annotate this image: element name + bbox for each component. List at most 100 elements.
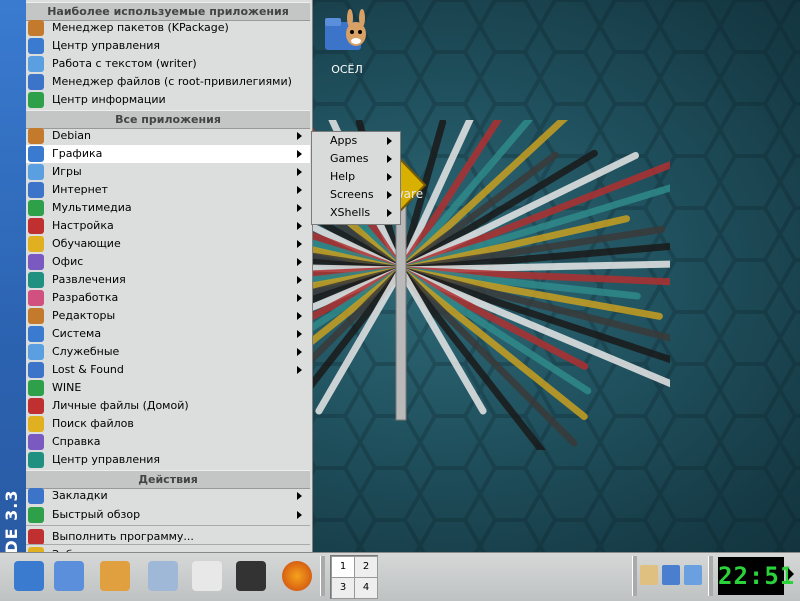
menu-item-help-lifebuoy[interactable]: Справка bbox=[26, 433, 310, 451]
submenu-item-label: Apps bbox=[330, 134, 358, 147]
submenu-arrow-icon bbox=[297, 168, 302, 176]
menu-item-quick-browser[interactable]: Быстрый обзор bbox=[26, 506, 310, 524]
graphics-submenu: Apps Games Help Screens XShells bbox=[311, 131, 401, 225]
panel-handle[interactable] bbox=[632, 556, 637, 596]
multimedia-icon bbox=[28, 200, 44, 216]
menu-item-office[interactable]: Офис bbox=[26, 253, 310, 271]
home-icon[interactable] bbox=[100, 561, 130, 591]
entertainment-icon bbox=[28, 272, 44, 288]
submenu-arrow-icon bbox=[297, 348, 302, 356]
menu-item-system[interactable]: Система bbox=[26, 325, 310, 343]
pager-desktop-2[interactable]: 2 bbox=[354, 556, 378, 578]
menu-item-label: Игры bbox=[52, 165, 82, 178]
menu-item-bookmarks[interactable]: Закладки bbox=[26, 487, 310, 505]
menu-item-label: Обучающие bbox=[52, 237, 121, 250]
submenu-arrow-icon bbox=[297, 240, 302, 248]
firefox-icon[interactable] bbox=[282, 561, 312, 591]
menu-item-control-center[interactable]: Центр управления bbox=[26, 37, 310, 55]
menu-item-label: Debian bbox=[52, 129, 91, 142]
pager-desktop-1[interactable]: 1 bbox=[331, 556, 355, 578]
writer-icon bbox=[28, 56, 44, 72]
submenu-arrow-icon bbox=[387, 137, 392, 145]
panel-handle[interactable] bbox=[320, 556, 325, 596]
donkey-folder-icon bbox=[325, 9, 366, 50]
submenu-item-games[interactable]: Games bbox=[312, 150, 400, 168]
menu-item-label: Работа с текстом (writer) bbox=[52, 57, 197, 70]
menu-item-label: WINE bbox=[52, 381, 82, 394]
menu-item-label: Закладки bbox=[52, 489, 108, 502]
taskbar bbox=[0, 552, 800, 601]
submenu-item-xshells[interactable]: XShells bbox=[312, 204, 400, 222]
menu-item-development[interactable]: Разработка bbox=[26, 289, 310, 307]
wine-icon bbox=[28, 380, 44, 396]
menu-item-label: Быстрый обзор bbox=[52, 508, 141, 521]
menu-item-graphics[interactable]: Графика bbox=[26, 145, 310, 163]
menu-item-multimedia[interactable]: Мультимедиа bbox=[26, 199, 310, 217]
menu-item-internet[interactable]: Интернет bbox=[26, 181, 310, 199]
menu-item-label: Поиск файлов bbox=[52, 417, 134, 430]
submenu-arrow-icon bbox=[297, 294, 302, 302]
menu-item-label: Система bbox=[52, 327, 102, 340]
menu-item-label: Личные файлы (Домой) bbox=[52, 399, 189, 412]
keyboard-layout-icon[interactable] bbox=[662, 565, 680, 585]
help-icon bbox=[28, 362, 44, 378]
system-icon bbox=[28, 326, 44, 342]
office-icon bbox=[28, 254, 44, 270]
notes-icon[interactable] bbox=[192, 561, 222, 591]
desktop-icon-donkey[interactable]: ОСЁЛ bbox=[312, 8, 382, 76]
menu-item-editors[interactable]: Редакторы bbox=[26, 307, 310, 325]
menu-item-help[interactable]: Lost & Found bbox=[26, 361, 310, 379]
kde-start-menu: KDE 3.3 Наиболее используемые приложения… bbox=[0, 0, 313, 584]
menu-item-label: Центр управления bbox=[52, 39, 161, 52]
menu-item-home[interactable]: Личные файлы (Домой) bbox=[26, 397, 310, 415]
menu-item-label: Lost & Found bbox=[52, 363, 124, 376]
menu-item-label: Менеджер файлов (с root-привилегиями) bbox=[52, 75, 292, 88]
menu-item-label: Справка bbox=[52, 435, 101, 448]
development-icon bbox=[28, 290, 44, 306]
browser-icon[interactable] bbox=[54, 561, 84, 591]
clock[interactable]: 22:51 bbox=[718, 557, 794, 595]
menu-item-package[interactable]: Менеджер пакетов (KPackage) bbox=[26, 19, 310, 37]
desktop-pager: 1234 bbox=[330, 555, 378, 599]
menu-item-writer[interactable]: Работа с текстом (writer) bbox=[26, 55, 310, 73]
menu-item-info-center[interactable]: Центр информации bbox=[26, 91, 310, 109]
info-center-icon bbox=[28, 92, 44, 108]
menu-item-search[interactable]: Поиск файлов bbox=[26, 415, 310, 433]
games-icon bbox=[28, 164, 44, 180]
menu-item-entertainment[interactable]: Развлечения bbox=[26, 271, 310, 289]
pager-desktop-3[interactable]: 3 bbox=[331, 577, 355, 599]
kmenu-button-icon[interactable] bbox=[14, 561, 44, 591]
klipper-icon[interactable] bbox=[640, 565, 658, 585]
menu-item-education[interactable]: Обучающие bbox=[26, 235, 310, 253]
menu-item-utilities[interactable]: Служебные bbox=[26, 343, 310, 361]
submenu-item-label: Help bbox=[330, 170, 356, 183]
menu-item-debian[interactable]: Debian bbox=[26, 127, 310, 145]
menu-sidebar: KDE 3.3 bbox=[0, 0, 26, 584]
mail-icon[interactable] bbox=[148, 561, 178, 591]
panel-handle[interactable] bbox=[708, 556, 713, 596]
control-center-icon bbox=[28, 38, 44, 54]
package-icon bbox=[28, 20, 44, 36]
education-icon bbox=[28, 236, 44, 252]
menu-item-control-center[interactable]: Центр управления bbox=[26, 451, 310, 469]
submenu-arrow-icon bbox=[297, 366, 302, 374]
menu-item-games[interactable]: Игры bbox=[26, 163, 310, 181]
pager-desktop-4[interactable]: 4 bbox=[354, 577, 378, 599]
submenu-arrow-icon bbox=[387, 155, 392, 163]
menu-item-file-manager[interactable]: Менеджер файлов (с root-привилегиями) bbox=[26, 73, 310, 91]
menu-item-label: Разработка bbox=[52, 291, 119, 304]
submenu-arrow-icon bbox=[297, 258, 302, 266]
submenu-arrow-icon bbox=[297, 511, 302, 519]
menu-item-settings[interactable]: Настройка bbox=[26, 217, 310, 235]
menu-item-wine[interactable]: WINE bbox=[26, 379, 310, 397]
home-icon bbox=[28, 398, 44, 414]
panel-scroll-arrow-icon[interactable] bbox=[788, 568, 794, 580]
menu-item-label: Интернет bbox=[52, 183, 108, 196]
bookmarks-icon bbox=[28, 488, 44, 504]
submenu-item-help[interactable]: Help bbox=[312, 168, 400, 186]
terminal-icon[interactable] bbox=[236, 561, 266, 591]
volume-icon[interactable] bbox=[684, 565, 702, 585]
submenu-item-apps[interactable]: Apps bbox=[312, 132, 400, 150]
submenu-item-screensavers[interactable]: Screens bbox=[312, 186, 400, 204]
file-manager-icon bbox=[28, 74, 44, 90]
